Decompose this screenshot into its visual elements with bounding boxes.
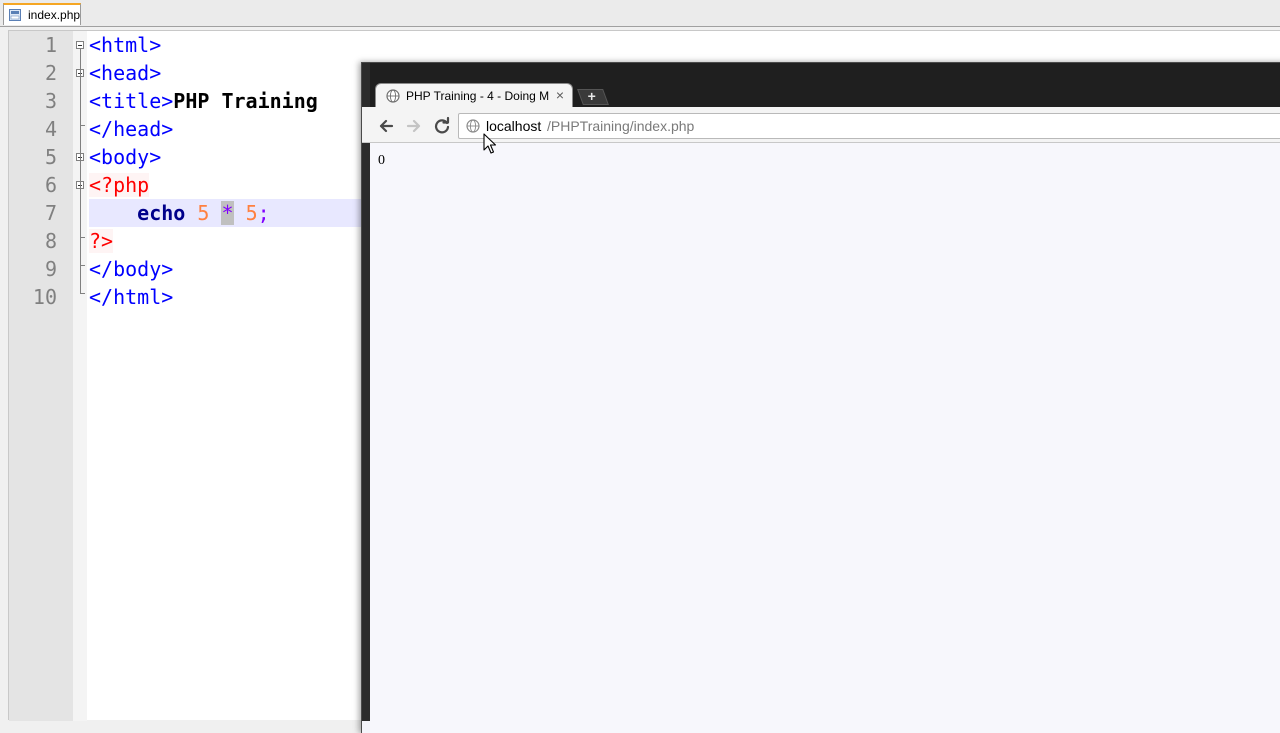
head-open-tag: <head> [89, 61, 162, 85]
fold-line [80, 49, 81, 293]
html-open-tag: <html> [89, 33, 162, 57]
fold-end [80, 293, 85, 294]
code-line-8: ?> [89, 227, 114, 255]
code-line-2: <head> [89, 59, 161, 87]
url-host: localhost [486, 118, 542, 134]
number-literal: 5 [197, 201, 210, 225]
number-literal: 5 [245, 201, 258, 225]
multiply-operator: * [221, 201, 234, 225]
html-close-tag: </html> [89, 285, 174, 309]
forward-arrow-icon[interactable] [403, 115, 425, 137]
fold-toggle[interactable] [76, 41, 84, 49]
code-line-3: <title>PHP Training [89, 87, 318, 115]
browser-tab-title: PHP Training - 4 - Doing M [406, 89, 550, 103]
address-bar[interactable]: localhost /PHPTraining/index.php [458, 113, 1280, 139]
line-number: 10 [32, 285, 57, 309]
line-number: 8 [44, 229, 57, 253]
code-line-1: <html> [89, 31, 161, 59]
editor-tab-bar: index.php [0, 0, 1280, 27]
code-line-7: echo 5 * 5; [89, 199, 270, 227]
file-icon [9, 9, 21, 21]
title-open-tag: <title> [89, 89, 174, 113]
line-number: 4 [44, 117, 57, 141]
body-open-tag: <body> [89, 145, 162, 169]
line-number: 6 [44, 173, 57, 197]
plus-icon: + [587, 88, 596, 104]
line-number: 5 [44, 145, 57, 169]
new-tab-button[interactable]: + [577, 88, 609, 105]
code-line-5: <body> [89, 143, 161, 171]
page-globe-icon [386, 89, 400, 103]
line-number: 9 [44, 257, 57, 281]
file-tab-label: index.php [28, 8, 81, 22]
head-close-tag: </head> [89, 117, 174, 141]
browser-title-bar[interactable]: PHP Training - 4 - Doing M × + [362, 63, 1280, 721]
line-number: 3 [44, 89, 57, 113]
php-open-tag: <?php [89, 173, 150, 197]
site-info-globe-icon[interactable] [466, 119, 480, 133]
line-number: 1 [44, 33, 57, 57]
code-line-10: </html> [89, 283, 173, 311]
code-line-4: </head> [89, 115, 173, 143]
body-close-tag: </body> [89, 257, 174, 281]
code-line-6: <?php [89, 171, 150, 199]
reload-icon[interactable] [431, 115, 453, 137]
title-text: PHP Training [173, 89, 318, 113]
semicolon: ; [257, 201, 270, 225]
php-output-text: 0 [378, 153, 385, 168]
line-number: 2 [44, 61, 57, 85]
code-line-9: </body> [89, 255, 173, 283]
line-number-gutter: 1 2 3 4 5 6 7 8 9 10 [9, 31, 73, 721]
page-content: 0 [370, 143, 1280, 733]
line-number: 7 [44, 201, 57, 225]
echo-keyword: echo [137, 201, 186, 225]
browser-toolbar: localhost /PHPTraining/index.php [362, 107, 1280, 143]
browser-window: PHP Training - 4 - Doing M × + localhost… [361, 62, 1280, 733]
browser-tab[interactable]: PHP Training - 4 - Doing M × [375, 83, 573, 109]
php-close-tag: ?> [89, 229, 114, 253]
file-tab-index-php[interactable]: index.php [3, 3, 81, 25]
mouse-cursor-icon [483, 133, 497, 154]
close-tab-icon[interactable]: × [556, 87, 564, 103]
url-path: /PHPTraining/index.php [547, 118, 695, 134]
back-arrow-icon[interactable] [375, 115, 397, 137]
